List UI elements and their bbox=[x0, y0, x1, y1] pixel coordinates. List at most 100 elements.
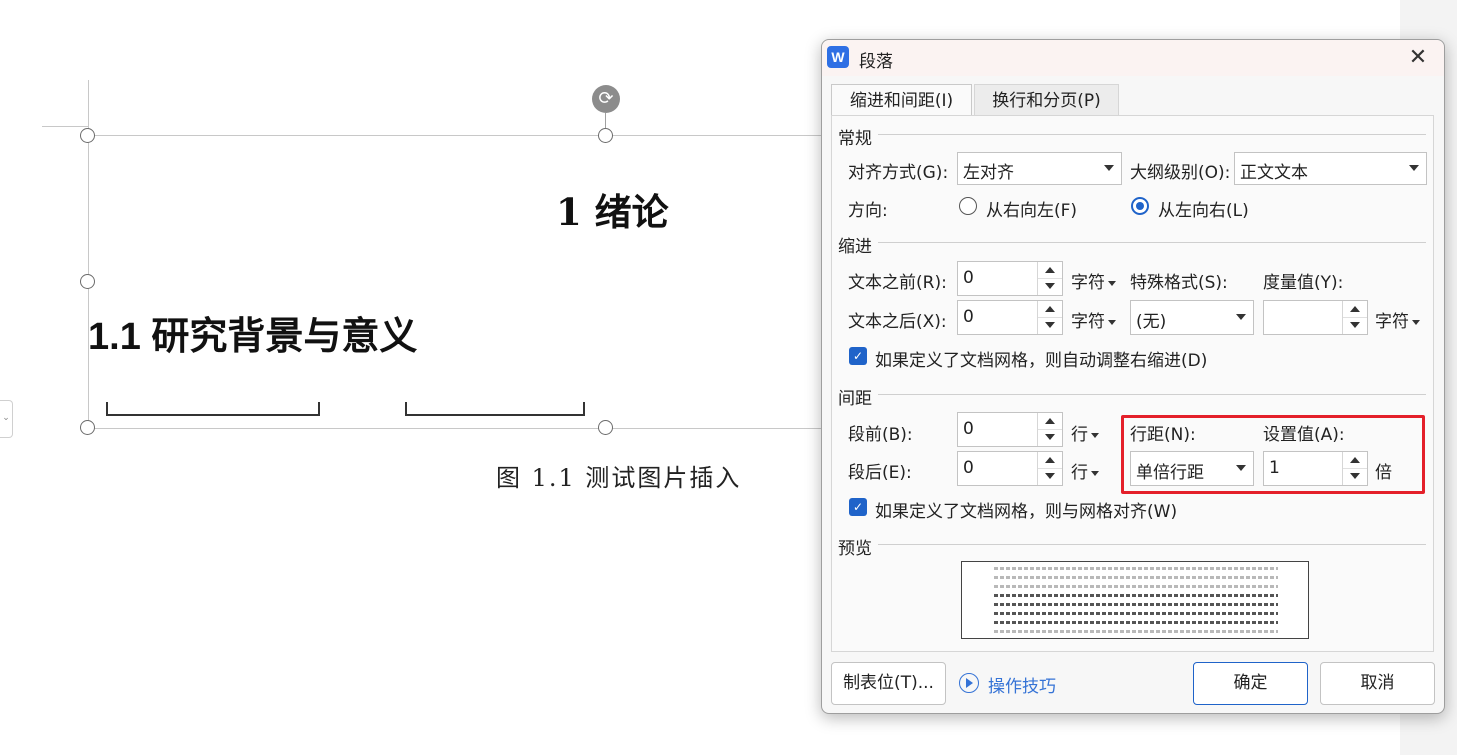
snap-to-grid-checkbox[interactable]: ✓ bbox=[849, 498, 867, 516]
chevron-down-icon bbox=[1409, 165, 1419, 171]
annotation-highlight-box bbox=[1121, 415, 1425, 494]
paragraph-dialog: W 段落 ✕ 缩进和间距(I) 换行和分页(P) 常规 对齐方式(G): 左对齐… bbox=[821, 39, 1445, 714]
outline-level-select[interactable]: 正文文本 bbox=[1234, 152, 1427, 185]
indent-before-spinner[interactable]: 0 bbox=[957, 261, 1063, 296]
special-format-select[interactable]: (无) bbox=[1130, 300, 1254, 335]
space-after-value: 0 bbox=[963, 458, 974, 478]
preview-sample-line bbox=[994, 594, 1278, 597]
indent-after-unit: 字符 bbox=[1071, 312, 1105, 332]
outline-level-value: 正文文本 bbox=[1240, 163, 1308, 183]
measure-spinner[interactable] bbox=[1263, 300, 1368, 335]
margin-guide-horizontal bbox=[42, 126, 88, 127]
snap-to-grid-label[interactable]: 如果定义了文档网格，则与网格对齐(W) bbox=[875, 497, 1177, 522]
preview-prev-line bbox=[994, 585, 1278, 588]
cancel-button[interactable]: 取消 bbox=[1320, 662, 1435, 705]
spin-down-icon[interactable] bbox=[1038, 469, 1062, 485]
dialog-titlebar[interactable]: W 段落 ✕ bbox=[822, 40, 1444, 76]
special-format-value: (无) bbox=[1136, 312, 1167, 332]
group-title-indent: 缩进 bbox=[838, 237, 872, 257]
indent-after-unit-dropdown[interactable]: 字符 bbox=[1071, 307, 1116, 332]
rotate-handle-stem bbox=[605, 113, 606, 129]
outline-level-label: 大纲级别(O): bbox=[1130, 163, 1231, 183]
special-format-label: 特殊格式(S): bbox=[1130, 273, 1228, 293]
close-button[interactable]: ✕ bbox=[1402, 42, 1434, 74]
preview-sample-line bbox=[994, 621, 1278, 624]
space-after-spinner[interactable]: 0 bbox=[957, 451, 1063, 486]
chevron-down-icon bbox=[1412, 319, 1420, 325]
chevron-down-icon bbox=[1091, 470, 1099, 476]
indent-before-unit-dropdown[interactable]: 字符 bbox=[1071, 268, 1116, 293]
resize-handle-bottom-left[interactable] bbox=[80, 420, 95, 435]
space-after-label: 段后(E): bbox=[848, 463, 912, 483]
preview-next-line bbox=[994, 630, 1278, 633]
spin-up-icon[interactable] bbox=[1038, 452, 1062, 469]
spin-up-icon[interactable] bbox=[1038, 301, 1062, 318]
spin-up-icon[interactable] bbox=[1038, 413, 1062, 430]
chapter-heading: 1 绪论 bbox=[556, 190, 669, 234]
space-before-unit-dropdown[interactable]: 行 bbox=[1071, 420, 1099, 445]
group-title-general: 常规 bbox=[838, 129, 872, 149]
preview-prev-line bbox=[994, 567, 1278, 570]
resize-handle-bottom-center[interactable] bbox=[598, 420, 613, 435]
section-heading: 1.1 研究背景与意义 bbox=[88, 316, 418, 358]
chevron-down-icon bbox=[1091, 432, 1099, 438]
ltr-radio-label[interactable]: 从左向右(L) bbox=[1158, 196, 1249, 221]
group-title-spacing: 间距 bbox=[838, 389, 872, 409]
group-divider-preview bbox=[878, 544, 1426, 545]
tab-line-page-breaks[interactable]: 换行和分页(P) bbox=[974, 84, 1119, 116]
resize-handle-top-left[interactable] bbox=[80, 128, 95, 143]
figure-bracket-right bbox=[405, 402, 585, 416]
alignment-value: 左对齐 bbox=[963, 163, 1014, 183]
paragraph-preview bbox=[961, 561, 1309, 639]
indent-after-spinner[interactable]: 0 bbox=[957, 300, 1063, 335]
alignment-label: 对齐方式(G): bbox=[848, 163, 949, 183]
rtl-radio[interactable] bbox=[959, 197, 977, 215]
spin-down-icon[interactable] bbox=[1038, 279, 1062, 295]
spin-down-icon[interactable] bbox=[1038, 430, 1062, 446]
alignment-select[interactable]: 左对齐 bbox=[957, 152, 1122, 185]
chevron-down-icon bbox=[1104, 165, 1114, 171]
resize-handle-middle-left[interactable] bbox=[80, 274, 95, 289]
space-before-value: 0 bbox=[963, 419, 974, 439]
play-circle-icon[interactable] bbox=[959, 673, 979, 693]
auto-right-indent-checkbox[interactable]: ✓ bbox=[849, 347, 867, 365]
selection-frame-bottom bbox=[88, 428, 828, 429]
chevron-down-icon bbox=[1108, 280, 1116, 286]
figure-caption: 图 1.1 测试图片插入 bbox=[496, 464, 742, 492]
collapse-toggle[interactable]: ⌄ bbox=[0, 400, 13, 438]
measure-label: 度量值(Y): bbox=[1263, 273, 1344, 293]
space-before-spinner[interactable]: 0 bbox=[957, 412, 1063, 447]
group-title-preview: 预览 bbox=[838, 539, 872, 559]
preview-sample-line bbox=[994, 612, 1278, 615]
indent-before-unit: 字符 bbox=[1071, 273, 1105, 293]
group-divider-indent bbox=[878, 242, 1426, 243]
ok-button[interactable]: 确定 bbox=[1193, 662, 1308, 705]
selection-frame-top bbox=[88, 135, 828, 136]
dialog-title: 段落 bbox=[859, 52, 893, 72]
group-divider-general bbox=[878, 134, 1426, 135]
spin-up-icon[interactable] bbox=[1343, 301, 1367, 318]
spin-up-icon[interactable] bbox=[1038, 262, 1062, 279]
wps-writer-icon: W bbox=[827, 46, 849, 68]
resize-handle-top-center[interactable] bbox=[598, 128, 613, 143]
tabs-button[interactable]: 制表位(T)... bbox=[831, 662, 946, 705]
rtl-radio-label[interactable]: 从右向左(F) bbox=[986, 196, 1077, 221]
chevron-down-icon bbox=[1108, 319, 1116, 325]
indent-before-label: 文本之前(R): bbox=[848, 273, 947, 293]
ltr-radio[interactable] bbox=[1131, 197, 1149, 215]
figure-bracket-left bbox=[106, 402, 320, 416]
spin-down-icon[interactable] bbox=[1038, 318, 1062, 334]
tab-indent-spacing[interactable]: 缩进和间距(I) bbox=[831, 84, 972, 116]
spin-down-icon[interactable] bbox=[1343, 318, 1367, 334]
indent-after-value: 0 bbox=[963, 307, 974, 327]
preview-prev-line bbox=[994, 576, 1278, 579]
tips-link[interactable]: 操作技巧 bbox=[988, 672, 1056, 697]
preview-sample-line bbox=[994, 603, 1278, 606]
measure-unit-dropdown[interactable]: 字符 bbox=[1375, 307, 1420, 332]
space-after-unit: 行 bbox=[1071, 463, 1088, 483]
auto-right-indent-label[interactable]: 如果定义了文档网格，则自动调整右缩进(D) bbox=[875, 346, 1207, 371]
rotate-icon[interactable]: ⟳ bbox=[592, 85, 620, 113]
chevron-down-icon bbox=[1236, 314, 1246, 320]
space-after-unit-dropdown[interactable]: 行 bbox=[1071, 458, 1099, 483]
measure-unit: 字符 bbox=[1375, 312, 1409, 332]
